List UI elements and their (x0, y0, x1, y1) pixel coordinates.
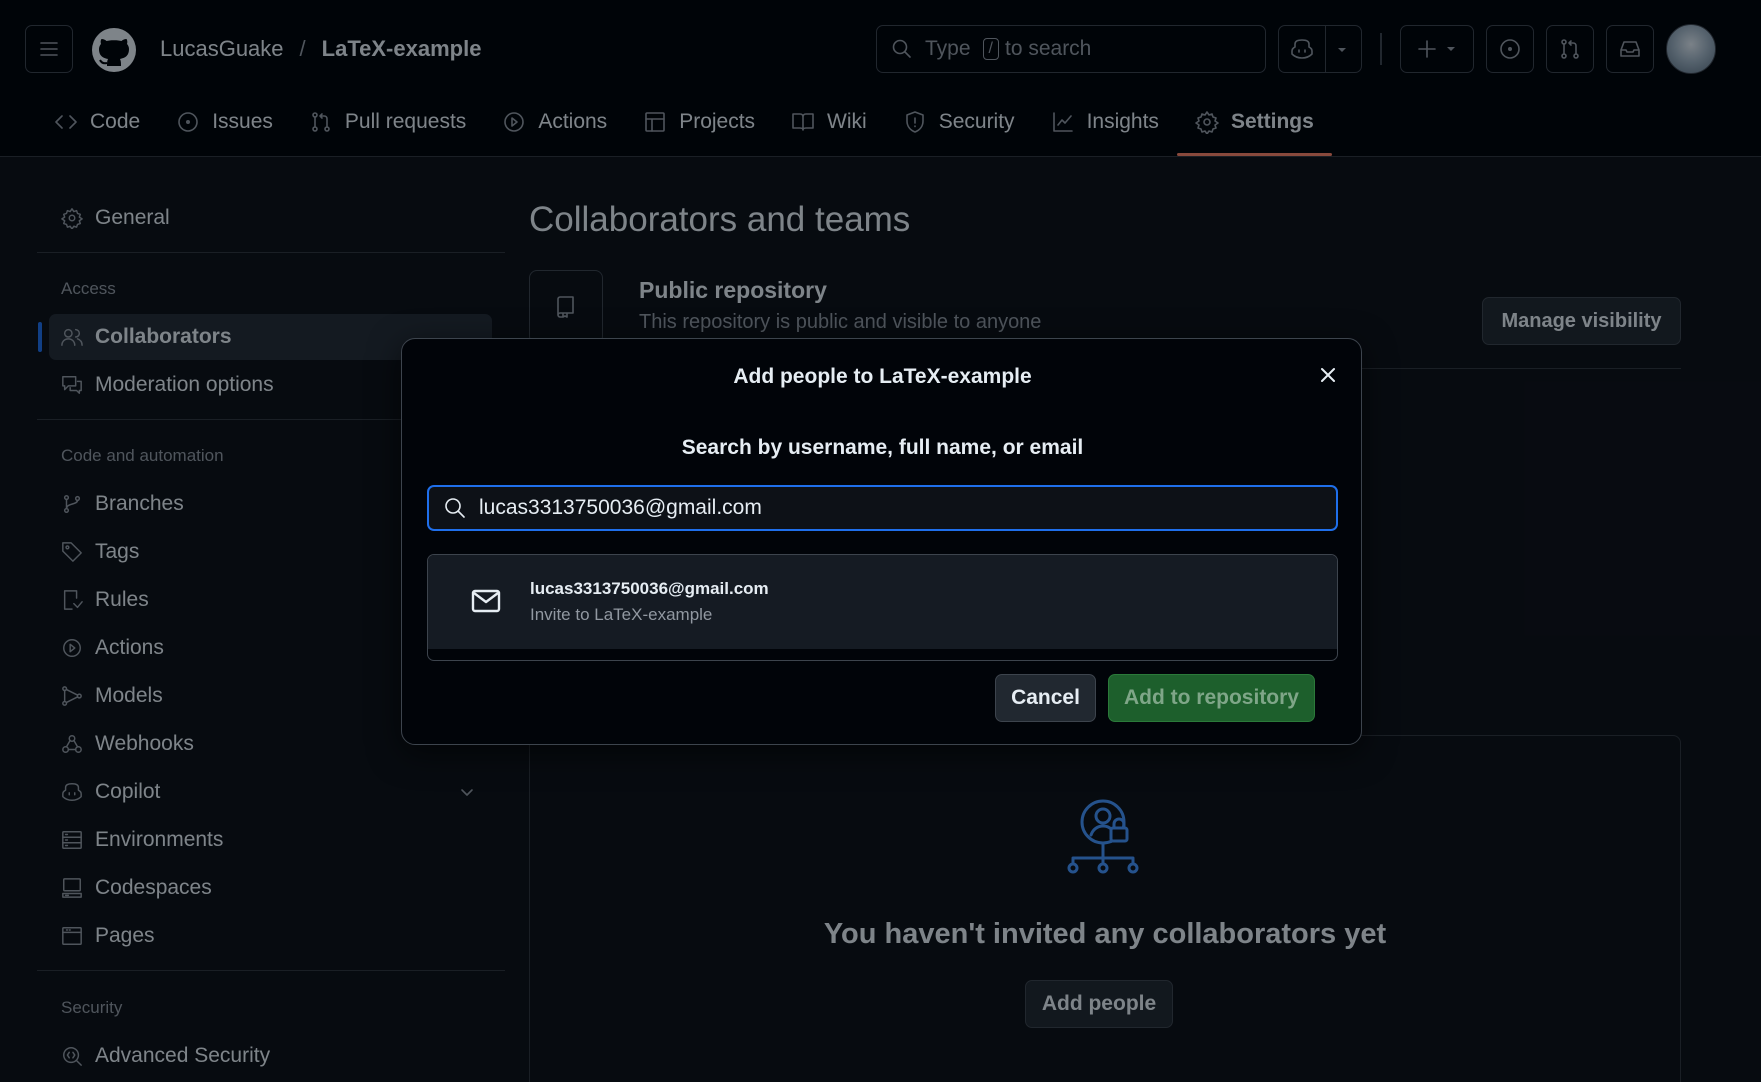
search-result-item[interactable]: lucas3313750036@gmail.com Invite to LaTe… (428, 555, 1337, 649)
result-invite-text: Invite to LaTeX-example (530, 605, 713, 624)
people-search-input[interactable] (479, 496, 1319, 520)
add-people-dialog: Add people to LaTeX-example Search by us… (401, 338, 1362, 745)
people-search-field[interactable] (427, 485, 1338, 531)
dialog-close-button[interactable] (1310, 357, 1346, 393)
add-to-repository-button[interactable]: Add to repository (1108, 674, 1315, 722)
dialog-subtitle: Search by username, full name, or email (681, 436, 1084, 459)
mail-icon (471, 589, 501, 613)
dialog-title: Add people to LaTeX-example (733, 365, 1032, 388)
cancel-button[interactable]: Cancel (995, 674, 1096, 722)
close-icon (1319, 366, 1337, 384)
search-results-list: lucas3313750036@gmail.com Invite to LaTe… (427, 554, 1338, 661)
result-email: lucas3313750036@gmail.com (530, 579, 769, 598)
search-icon (443, 496, 467, 520)
